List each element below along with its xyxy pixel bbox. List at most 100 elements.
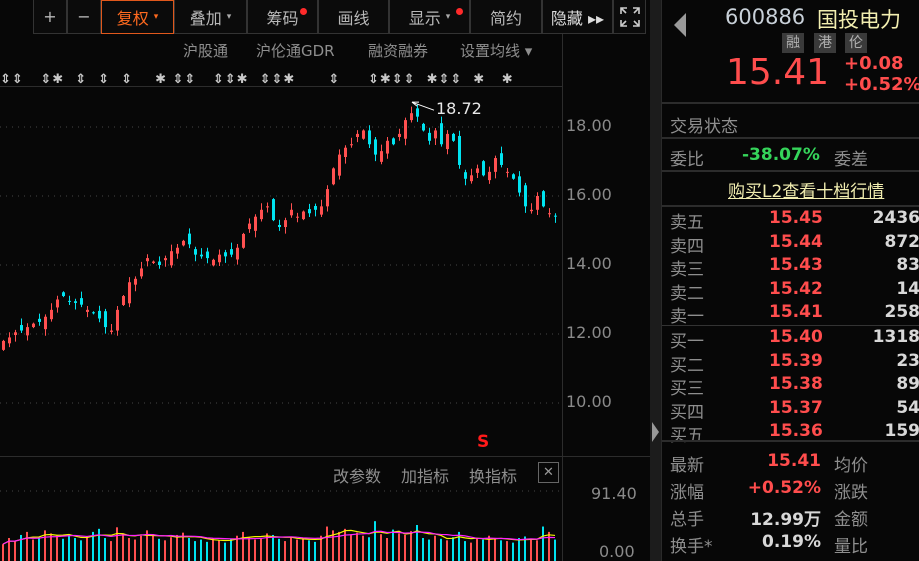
candle-body xyxy=(200,254,203,257)
add-indicator-button[interactable]: 加指标 xyxy=(401,463,449,487)
volume-bar xyxy=(32,539,34,561)
volume-bar xyxy=(80,540,82,561)
stat-label: 涨幅 xyxy=(670,483,704,503)
candle-body xyxy=(170,251,173,266)
volume-bar xyxy=(518,538,520,561)
candle-body xyxy=(290,209,293,216)
volume-bar xyxy=(386,538,388,561)
candle-body xyxy=(278,224,281,228)
candle-body xyxy=(530,209,533,212)
volume-bar xyxy=(56,535,58,561)
candle-body xyxy=(302,211,305,220)
volume-bar xyxy=(290,537,292,561)
candle-body xyxy=(2,340,5,350)
volume-bar xyxy=(362,535,364,561)
stat-label-2: 涨跌 xyxy=(834,483,868,503)
level-price: 15.41 xyxy=(769,302,823,322)
volume-max-label: 91.40 xyxy=(591,484,637,503)
candle-body xyxy=(218,254,221,263)
level-label: 买五 xyxy=(670,426,704,446)
volume-bar xyxy=(350,534,352,561)
edit-params-button[interactable]: 改参数 xyxy=(333,463,381,487)
volume-min-label: 0.00 xyxy=(599,542,635,561)
sell-signal-icon[interactable]: S xyxy=(477,432,489,452)
candle-body xyxy=(368,130,371,145)
stat-label-2: 均价 xyxy=(834,456,868,476)
candle-body xyxy=(476,168,479,173)
candle-body xyxy=(554,215,557,217)
candle-body xyxy=(80,298,83,305)
level-label: 买四 xyxy=(670,402,704,423)
volume-bar xyxy=(500,540,502,561)
stat-value: 12.99万 xyxy=(750,510,821,530)
candle-body xyxy=(62,292,65,297)
candle-body xyxy=(440,123,443,145)
candle-body xyxy=(140,268,143,277)
candle-body xyxy=(536,196,539,210)
volume-bar xyxy=(548,531,550,561)
candle-body xyxy=(68,300,71,302)
volume-bar xyxy=(542,526,544,561)
stat-label-2: 量比 xyxy=(834,537,868,557)
volume-bar xyxy=(380,534,382,561)
candle-body xyxy=(14,332,17,336)
volume-bar xyxy=(314,541,316,561)
candle-body xyxy=(272,199,275,221)
candle-body xyxy=(152,261,155,263)
level-price: 15.45 xyxy=(769,208,823,228)
candle-body xyxy=(182,240,185,246)
candle-body xyxy=(434,130,437,139)
buy-l2-link[interactable]: 购买L2查看十档行情 xyxy=(728,177,884,202)
candle-body xyxy=(506,171,509,173)
candle-body xyxy=(98,310,101,319)
candle-body xyxy=(416,108,419,117)
back-arrow-icon[interactable] xyxy=(674,13,686,37)
candle-body xyxy=(242,233,245,248)
level-label: 卖五 xyxy=(670,213,704,233)
close-indicator-button[interactable]: ✕ xyxy=(538,462,559,483)
candle-body xyxy=(74,301,77,303)
volume-bar xyxy=(170,537,172,561)
volume-bar xyxy=(254,539,256,561)
stock-code: 600886 xyxy=(725,5,806,29)
volume-bar xyxy=(368,537,370,561)
candle-body xyxy=(236,247,239,260)
volume-bar xyxy=(26,531,28,561)
stat-value: 15.41 xyxy=(767,451,821,471)
switch-indicator-button[interactable]: 换指标 xyxy=(469,463,517,487)
volume-bar xyxy=(476,538,478,561)
order-book-sell-row: 卖一 15.41 258 xyxy=(662,302,919,327)
level-price: 15.36 xyxy=(769,421,823,441)
expand-arrow-icon[interactable] xyxy=(652,422,659,442)
volume-bar xyxy=(356,532,358,561)
volume-bar xyxy=(392,529,394,561)
candle-body xyxy=(110,330,113,332)
level-label: 卖一 xyxy=(670,307,704,327)
volume-bar xyxy=(446,540,448,561)
volume-bar xyxy=(440,538,442,561)
candle-body xyxy=(320,206,323,215)
price-change: +0.08 xyxy=(844,53,904,74)
level-volume: 2436 xyxy=(872,208,919,228)
candle-body xyxy=(398,133,401,138)
volume-bar xyxy=(158,538,160,561)
candle-body xyxy=(404,120,407,139)
volume-bar xyxy=(194,541,196,561)
volume-bar xyxy=(86,536,88,561)
candle-body xyxy=(230,249,233,255)
level-price: 15.37 xyxy=(769,397,823,418)
candle-body xyxy=(332,168,335,185)
candle-body xyxy=(260,209,263,220)
current-price: 15.41 xyxy=(726,52,830,93)
candle-body xyxy=(338,154,341,176)
volume-bar xyxy=(110,541,112,561)
volume-bar xyxy=(218,540,220,561)
volume-bar xyxy=(464,541,466,561)
volume-bar xyxy=(302,538,304,561)
candle-body xyxy=(464,172,467,179)
candle-body xyxy=(452,133,455,141)
panel-splitter[interactable] xyxy=(650,0,661,561)
level-volume: 23 xyxy=(896,350,919,371)
order-book-sell-row: 卖四 15.44 872 xyxy=(662,232,919,257)
price-tick-label: 18.00 xyxy=(566,116,612,135)
